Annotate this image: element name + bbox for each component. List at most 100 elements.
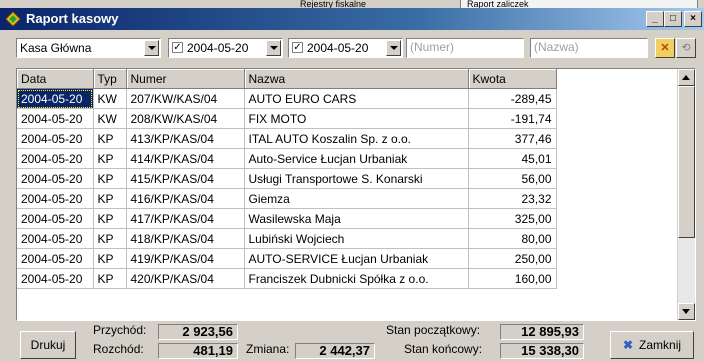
cell-type[interactable]: KW — [93, 108, 127, 129]
cell-type[interactable]: KW — [93, 88, 127, 109]
chevron-down-icon[interactable] — [144, 40, 159, 56]
cell-amount[interactable]: -191,74 — [468, 108, 557, 129]
cell-name[interactable]: Wasilewska Maja — [244, 208, 469, 229]
maximize-button[interactable]: □ — [664, 11, 682, 27]
cash-entries-grid[interactable]: Data Typ Numer Nazwa Kwota 2004-05-20 KW 2… — [16, 68, 696, 321]
cell-name[interactable]: Lubiński Wojciech — [244, 228, 469, 249]
cell-type[interactable]: KP — [93, 228, 127, 249]
cell-date[interactable]: 2004-05-20 — [17, 248, 94, 269]
cell-number[interactable]: 414/KP/KAS/04 — [126, 148, 245, 169]
number-filter-input[interactable] — [407, 39, 523, 55]
table-row[interactable]: 2004-05-20 KP 419/KP/KAS/04 AUTO-SERVICE Łu… — [17, 248, 678, 269]
cell-number[interactable]: 418/KP/KAS/04 — [126, 228, 245, 249]
cell-amount[interactable]: 80,00 — [468, 228, 557, 249]
table-header-row: Data Typ Numer Nazwa Kwota — [17, 69, 678, 89]
cell-amount[interactable]: 377,46 — [468, 128, 557, 149]
scroll-up-button[interactable] — [678, 69, 695, 86]
cash-register-select[interactable]: Kasa Główna — [16, 38, 161, 58]
column-header-name[interactable]: Nazwa — [244, 69, 469, 89]
cell-number[interactable]: 208/KW/KAS/04 — [126, 108, 245, 129]
close-button[interactable]: ✖ Zamknij — [610, 331, 694, 359]
cell-number[interactable]: 413/KP/KAS/04 — [126, 128, 245, 149]
cell-number[interactable]: 415/KP/KAS/04 — [126, 168, 245, 189]
cell-filler — [556, 189, 678, 209]
cell-type[interactable]: KP — [93, 268, 127, 289]
column-header-amount[interactable]: Kwota — [468, 69, 557, 89]
cell-number[interactable]: 207/KW/KAS/04 — [126, 88, 245, 109]
table-row[interactable]: 2004-05-20 KP 416/KP/KAS/04 Giemza 23,32 — [17, 188, 678, 209]
cell-date[interactable]: 2004-05-20 — [17, 128, 94, 149]
title-bar[interactable]: Raport kasowy _ □ × — [0, 8, 704, 30]
print-button[interactable]: Drukuj — [20, 331, 76, 359]
background-menu-item[interactable]: Rejestry fiskalne — [300, 0, 366, 8]
date-from-checkbox[interactable]: ✓ — [172, 42, 183, 53]
cell-name[interactable]: AUTO-SERVICE Łucjan Urbaniak — [244, 248, 469, 269]
cell-number[interactable]: 416/KP/KAS/04 — [126, 188, 245, 209]
clear-filter-button[interactable]: ✕ — [655, 38, 675, 58]
cell-amount[interactable]: 325,00 — [468, 208, 557, 229]
scroll-thumb[interactable] — [678, 86, 695, 238]
cell-date[interactable]: 2004-05-20 — [17, 108, 94, 129]
cell-amount[interactable]: 56,00 — [468, 168, 557, 189]
cell-name[interactable]: Usługi Transportowe S. Konarski — [244, 168, 469, 189]
table-row[interactable]: 2004-05-20 KP 415/KP/KAS/04 Usługi Transpor… — [17, 168, 678, 189]
refresh-button[interactable]: ⟲ — [676, 38, 696, 58]
column-header-type[interactable]: Typ — [93, 69, 127, 89]
cell-name[interactable]: ITAL AUTO Koszalin Sp. z o.o. — [244, 128, 469, 149]
cell-name[interactable]: Auto-Service Łucjan Urbaniak — [244, 148, 469, 169]
number-filter-field[interactable] — [406, 38, 524, 58]
chevron-down-icon[interactable] — [266, 40, 281, 56]
cell-amount[interactable]: 250,00 — [468, 248, 557, 269]
cell-name[interactable]: FIX MOTO — [244, 108, 469, 129]
cell-name[interactable]: Giemza — [244, 188, 469, 209]
background-menu-item[interactable]: Raport zaliczek — [460, 0, 698, 8]
income-label: Przychód: — [93, 323, 147, 337]
cell-date[interactable]: 2004-05-20 — [17, 188, 94, 209]
cell-type[interactable]: KP — [93, 248, 127, 269]
cell-name[interactable]: Franciszek Dubnicki Spółka z o.o. — [244, 268, 469, 289]
cell-date[interactable]: 2004-05-20 — [17, 268, 94, 289]
cell-type[interactable]: KP — [93, 168, 127, 189]
table-row[interactable]: 2004-05-20 KW 208/KW/KAS/04 FIX MOTO -191,74 — [17, 108, 678, 129]
date-to-checkbox[interactable]: ✓ — [292, 42, 303, 53]
cell-type[interactable]: KP — [93, 148, 127, 169]
cell-amount[interactable]: 45,01 — [468, 148, 557, 169]
change-label: Zmiana: — [246, 342, 290, 356]
cell-date[interactable]: 2004-05-20 — [17, 148, 94, 169]
cell-date[interactable]: 2004-05-20 — [17, 88, 94, 109]
cell-amount[interactable]: -289,45 — [468, 88, 557, 109]
close-window-button[interactable]: × — [684, 11, 702, 27]
cell-number[interactable]: 419/KP/KAS/04 — [126, 248, 245, 269]
cell-type[interactable]: KP — [93, 188, 127, 209]
table-row[interactable]: 2004-05-20 KP 418/KP/KAS/04 Lubiński Wojcie… — [17, 228, 678, 249]
cell-date[interactable]: 2004-05-20 — [17, 208, 94, 229]
cell-date[interactable]: 2004-05-20 — [17, 168, 94, 189]
minimize-button[interactable]: _ — [646, 11, 664, 27]
cell-number[interactable]: 420/KP/KAS/04 — [126, 268, 245, 289]
name-filter-field[interactable] — [530, 38, 648, 58]
cell-name[interactable]: AUTO EURO CARS — [244, 88, 469, 109]
column-header-date[interactable]: Data — [17, 69, 94, 89]
date-to-picker[interactable]: ✓ 2004-05-20 — [288, 38, 403, 58]
date-from-picker[interactable]: ✓ 2004-05-20 — [168, 38, 283, 58]
table-row[interactable]: 2004-05-20 KP 420/KP/KAS/04 Franciszek Dubn… — [17, 268, 678, 289]
vertical-scrollbar[interactable] — [677, 69, 695, 320]
cash-register-value: Kasa Główna — [20, 41, 92, 55]
table-row[interactable]: 2004-05-20 KP 413/KP/KAS/04 ITAL AUTO Kosza… — [17, 128, 678, 149]
cell-type[interactable]: KP — [93, 208, 127, 229]
table-row[interactable]: 2004-05-20 KW 207/KW/KAS/04 AUTO EURO CARS -… — [17, 88, 678, 109]
close-button-label: Zamknij — [639, 338, 682, 352]
table-row[interactable]: 2004-05-20 KP 414/KP/KAS/04 Auto-Service Łu… — [17, 148, 678, 169]
column-header-number[interactable]: Numer — [126, 69, 245, 89]
cell-amount[interactable]: 23,32 — [468, 188, 557, 209]
cell-filler — [556, 209, 678, 229]
scroll-down-button[interactable] — [678, 303, 695, 320]
cell-type[interactable]: KP — [93, 128, 127, 149]
cell-number[interactable]: 417/KP/KAS/04 — [126, 208, 245, 229]
name-filter-input[interactable] — [531, 39, 647, 55]
expense-label: Rozchód: — [93, 342, 144, 356]
table-row[interactable]: 2004-05-20 KP 417/KP/KAS/04 Wasilewska Maja… — [17, 208, 678, 229]
chevron-down-icon[interactable] — [386, 40, 401, 56]
cell-date[interactable]: 2004-05-20 — [17, 228, 94, 249]
cell-amount[interactable]: 160,00 — [468, 268, 557, 289]
